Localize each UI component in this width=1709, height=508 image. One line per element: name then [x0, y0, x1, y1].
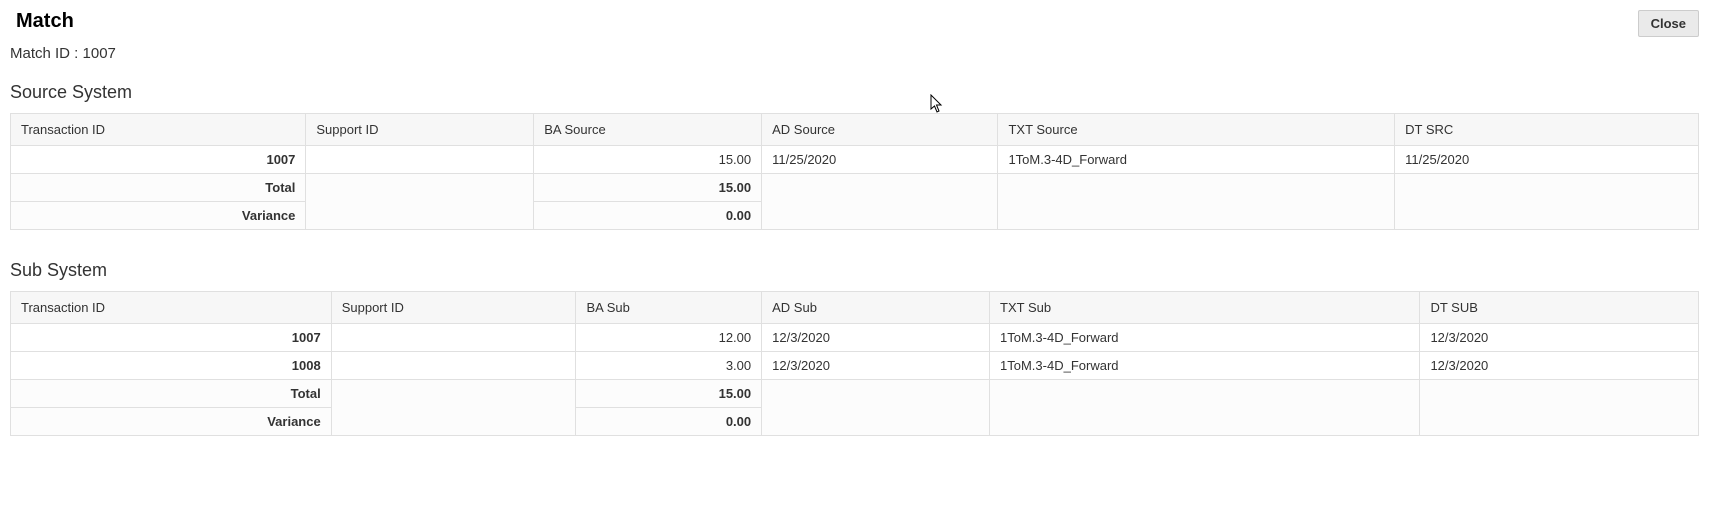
page-title: Match [10, 10, 74, 33]
cell-txt: 1ToM.3-4D_Forward [990, 352, 1420, 380]
total-row: Total 15.00 [11, 380, 1699, 408]
sub-system-title: Sub System [10, 260, 1699, 281]
empty-cell [762, 174, 998, 230]
empty-cell [306, 174, 534, 230]
cell-support-id [306, 146, 534, 174]
cell-support-id [331, 324, 576, 352]
total-row: Total 15.00 [11, 174, 1699, 202]
cell-support-id [331, 352, 576, 380]
col-txt-sub: TXT Sub [990, 292, 1420, 324]
cell-dt: 12/3/2020 [1420, 324, 1699, 352]
cell-transaction-id: 1007 [11, 146, 306, 174]
empty-cell [762, 380, 990, 436]
source-system-table: Transaction ID Support ID BA Source AD S… [10, 113, 1699, 230]
col-ba-source: BA Source [534, 114, 762, 146]
table-row: 1007 12.00 12/3/2020 1ToM.3-4D_Forward 1… [11, 324, 1699, 352]
match-id-label: Match ID : 1007 [10, 45, 1699, 62]
col-support-id: Support ID [331, 292, 576, 324]
cell-ba: 3.00 [576, 352, 762, 380]
total-label: Total [11, 174, 306, 202]
empty-cell [990, 380, 1420, 436]
variance-value: 0.00 [534, 202, 762, 230]
empty-cell [1395, 174, 1699, 230]
variance-value: 0.00 [576, 408, 762, 436]
cell-ad: 12/3/2020 [762, 352, 990, 380]
close-button[interactable]: Close [1638, 10, 1699, 37]
variance-label: Variance [11, 408, 332, 436]
col-ba-sub: BA Sub [576, 292, 762, 324]
cell-txt: 1ToM.3-4D_Forward [998, 146, 1395, 174]
variance-label: Variance [11, 202, 306, 230]
sub-system-table: Transaction ID Support ID BA Sub AD Sub … [10, 291, 1699, 436]
empty-cell [998, 174, 1395, 230]
col-dt-src: DT SRC [1395, 114, 1699, 146]
col-txt-source: TXT Source [998, 114, 1395, 146]
col-ad-sub: AD Sub [762, 292, 990, 324]
total-label: Total [11, 380, 332, 408]
cell-dt: 12/3/2020 [1420, 352, 1699, 380]
cell-transaction-id: 1008 [11, 352, 332, 380]
cell-transaction-id: 1007 [11, 324, 332, 352]
cell-ba: 12.00 [576, 324, 762, 352]
source-system-title: Source System [10, 82, 1699, 103]
empty-cell [1420, 380, 1699, 436]
col-transaction-id: Transaction ID [11, 114, 306, 146]
col-ad-source: AD Source [762, 114, 998, 146]
col-dt-sub: DT SUB [1420, 292, 1699, 324]
table-row: 1007 15.00 11/25/2020 1ToM.3-4D_Forward … [11, 146, 1699, 174]
empty-cell [331, 380, 576, 436]
table-header-row: Transaction ID Support ID BA Sub AD Sub … [11, 292, 1699, 324]
cell-ad: 12/3/2020 [762, 324, 990, 352]
cell-txt: 1ToM.3-4D_Forward [990, 324, 1420, 352]
total-value: 15.00 [576, 380, 762, 408]
cell-ad: 11/25/2020 [762, 146, 998, 174]
cell-dt: 11/25/2020 [1395, 146, 1699, 174]
col-support-id: Support ID [306, 114, 534, 146]
table-header-row: Transaction ID Support ID BA Source AD S… [11, 114, 1699, 146]
table-row: 1008 3.00 12/3/2020 1ToM.3-4D_Forward 12… [11, 352, 1699, 380]
col-transaction-id: Transaction ID [11, 292, 332, 324]
total-value: 15.00 [534, 174, 762, 202]
cell-ba: 15.00 [534, 146, 762, 174]
